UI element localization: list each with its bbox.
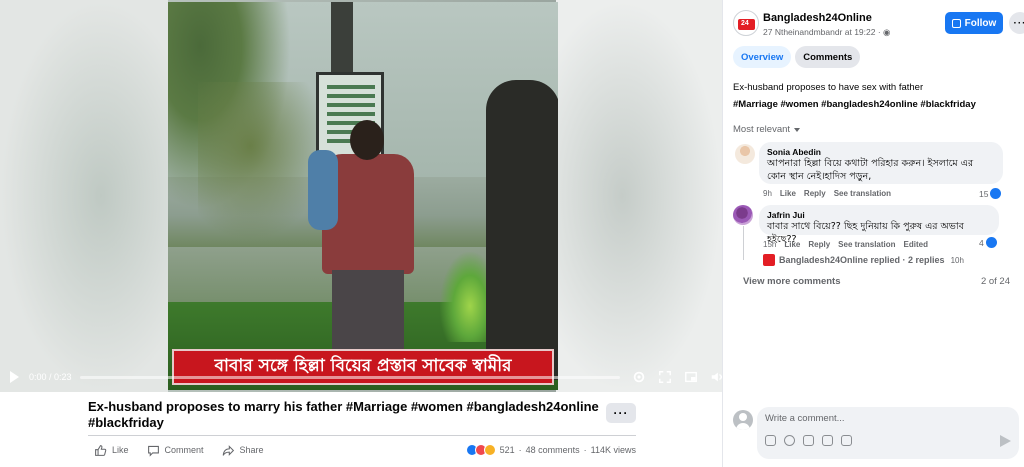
side-panel: Bangladesh24Online 27 Ntheinandmbandr at… — [722, 0, 1024, 467]
gif-icon[interactable] — [822, 435, 833, 446]
thread-line — [743, 226, 744, 260]
edited-label: Edited — [903, 240, 928, 249]
post-description: Ex-husband proposes to have sex with fat… — [733, 82, 924, 93]
comment-reply-button[interactable]: Reply — [808, 240, 830, 249]
comment-bubble: Sonia Abedin আপনারা হিল্লা বিয়ে কথাটা প… — [759, 142, 1003, 184]
post-hashtags[interactable]: #Marriage #women #bangladesh24online #bl… — [733, 99, 976, 110]
page-logo[interactable] — [733, 10, 759, 36]
comment-label: Comment — [164, 445, 204, 455]
view-more-comments-link[interactable]: View more comments — [743, 276, 841, 287]
tab-overview[interactable]: Overview — [733, 46, 792, 68]
share-label: Share — [239, 445, 264, 455]
comment-button[interactable]: Comment — [147, 444, 204, 457]
video-scene-woman — [486, 80, 558, 380]
view-replies-button[interactable]: Bangladesh24Online replied · 2 replies 1… — [763, 254, 964, 266]
comment-author[interactable]: Jafrin Jui — [767, 210, 991, 220]
post-title: Ex-husband proposes to marry his father … — [88, 399, 599, 430]
comment-actions: 9h Like Reply See translation — [763, 189, 891, 198]
comment-input[interactable]: Write a comment... — [757, 407, 1019, 459]
settings-icon[interactable] — [632, 369, 646, 385]
like-reaction-icon — [985, 237, 997, 248]
video-time: 0:00 / 0:23 — [29, 372, 72, 382]
follow-label: Follow — [964, 17, 997, 29]
sort-label: Most relevant — [733, 124, 791, 135]
video-player[interactable]: বাবার সঙ্গে হিল্লা বিয়ের প্রস্তাব সাবেক… — [0, 0, 722, 392]
post-more-button[interactable]: ··· — [606, 403, 636, 423]
comment-bubble: Jafrin Jui বাবার সাথে বিয়ে?? ছিহ দুনিয়… — [759, 205, 999, 245]
comment-icon — [147, 445, 159, 457]
post-actions: Like Comment Share — [94, 442, 264, 458]
thumbs-up-icon — [95, 444, 107, 456]
avatar[interactable] — [735, 144, 755, 164]
comment-pagination: 2 of 24 — [980, 276, 1010, 287]
page-header: Bangladesh24Online 27 Ntheinandmbandr at… — [733, 10, 1024, 42]
composer-tools — [765, 435, 852, 446]
page-logo-small — [763, 254, 775, 266]
video-progress-bar[interactable] — [79, 375, 620, 379]
like-label: Like — [112, 445, 129, 455]
comment-time[interactable]: 9h — [763, 189, 772, 198]
post-stats: 521 · 48 comments · 114K views — [465, 442, 636, 458]
avatar — [733, 410, 753, 430]
see-translation-link[interactable]: See translation — [838, 240, 895, 249]
avatar[interactable] — [733, 205, 753, 225]
comment-author[interactable]: Sonia Abedin — [767, 147, 995, 157]
page-name[interactable]: Bangladesh24Online — [763, 12, 872, 24]
tab-comments[interactable]: Comments — [795, 46, 861, 68]
fullscreen-icon[interactable] — [658, 369, 672, 385]
comment-reactions[interactable]: 15 — [979, 188, 1002, 199]
globe-icon: ◉ — [883, 27, 891, 37]
sticker-icon[interactable] — [841, 435, 852, 446]
caret-down-icon — [794, 127, 801, 132]
page: বাবার সঙ্গে হিল্লা বিয়ের প্রস্তাব সাবেক… — [0, 0, 1024, 467]
panel-tabs: Overview Comments — [733, 46, 861, 68]
post-date[interactable]: 27 Ntheinandmbandr at 19:22 · — [763, 27, 883, 37]
see-translation-link[interactable]: See translation — [834, 189, 891, 198]
comment-reply-button[interactable]: Reply — [804, 189, 826, 198]
comment-reactions[interactable]: 4 — [979, 237, 997, 248]
mute-icon[interactable] — [710, 369, 722, 385]
replies-summary: Bangladesh24Online replied · 2 replies — [779, 255, 945, 265]
share-icon — [222, 444, 234, 456]
camera-icon[interactable] — [803, 435, 814, 446]
share-button[interactable]: Share — [222, 444, 264, 457]
video-controls: 0:00 / 0:23 — [0, 363, 722, 391]
video-frame[interactable] — [168, 2, 558, 390]
divider — [88, 435, 636, 436]
comment-text: আপনারা হিল্লা বিয়ে কথাটা পরিহার করুন। ই… — [767, 158, 974, 182]
comment-time[interactable]: 15h — [763, 240, 776, 249]
miniplayer-icon[interactable] — [684, 369, 698, 385]
post-meta: 27 Ntheinandmbandr at 19:22 · ◉ — [763, 27, 890, 38]
views-count: 114K views — [590, 445, 636, 455]
sort-dropdown[interactable]: Most relevant — [733, 124, 801, 135]
avatar-sticker-icon[interactable] — [765, 435, 776, 446]
like-button[interactable]: Like — [94, 444, 129, 457]
comment-actions: 15h Like Reply See translation Edited — [763, 240, 928, 249]
like-reaction-icon — [990, 188, 1002, 199]
replies-time: 10h — [950, 255, 964, 265]
comments-count[interactable]: 48 comments — [526, 445, 580, 455]
reaction-count[interactable]: 521 — [500, 445, 515, 455]
page-more-button[interactable]: ··· — [1009, 12, 1024, 34]
emoji-icon[interactable] — [784, 435, 795, 446]
play-icon[interactable] — [10, 371, 19, 383]
comment-like-button[interactable]: Like — [780, 189, 796, 198]
comment-composer: Write a comment... — [723, 400, 1024, 467]
follow-button[interactable]: Follow — [945, 12, 1003, 34]
comment-input-placeholder: Write a comment... — [765, 413, 845, 424]
video-scene-child — [308, 150, 338, 230]
comment-like-button[interactable]: Like — [784, 240, 800, 249]
reaction-icons[interactable] — [465, 444, 496, 456]
send-icon[interactable] — [1000, 435, 1011, 447]
follow-icon — [951, 18, 961, 28]
